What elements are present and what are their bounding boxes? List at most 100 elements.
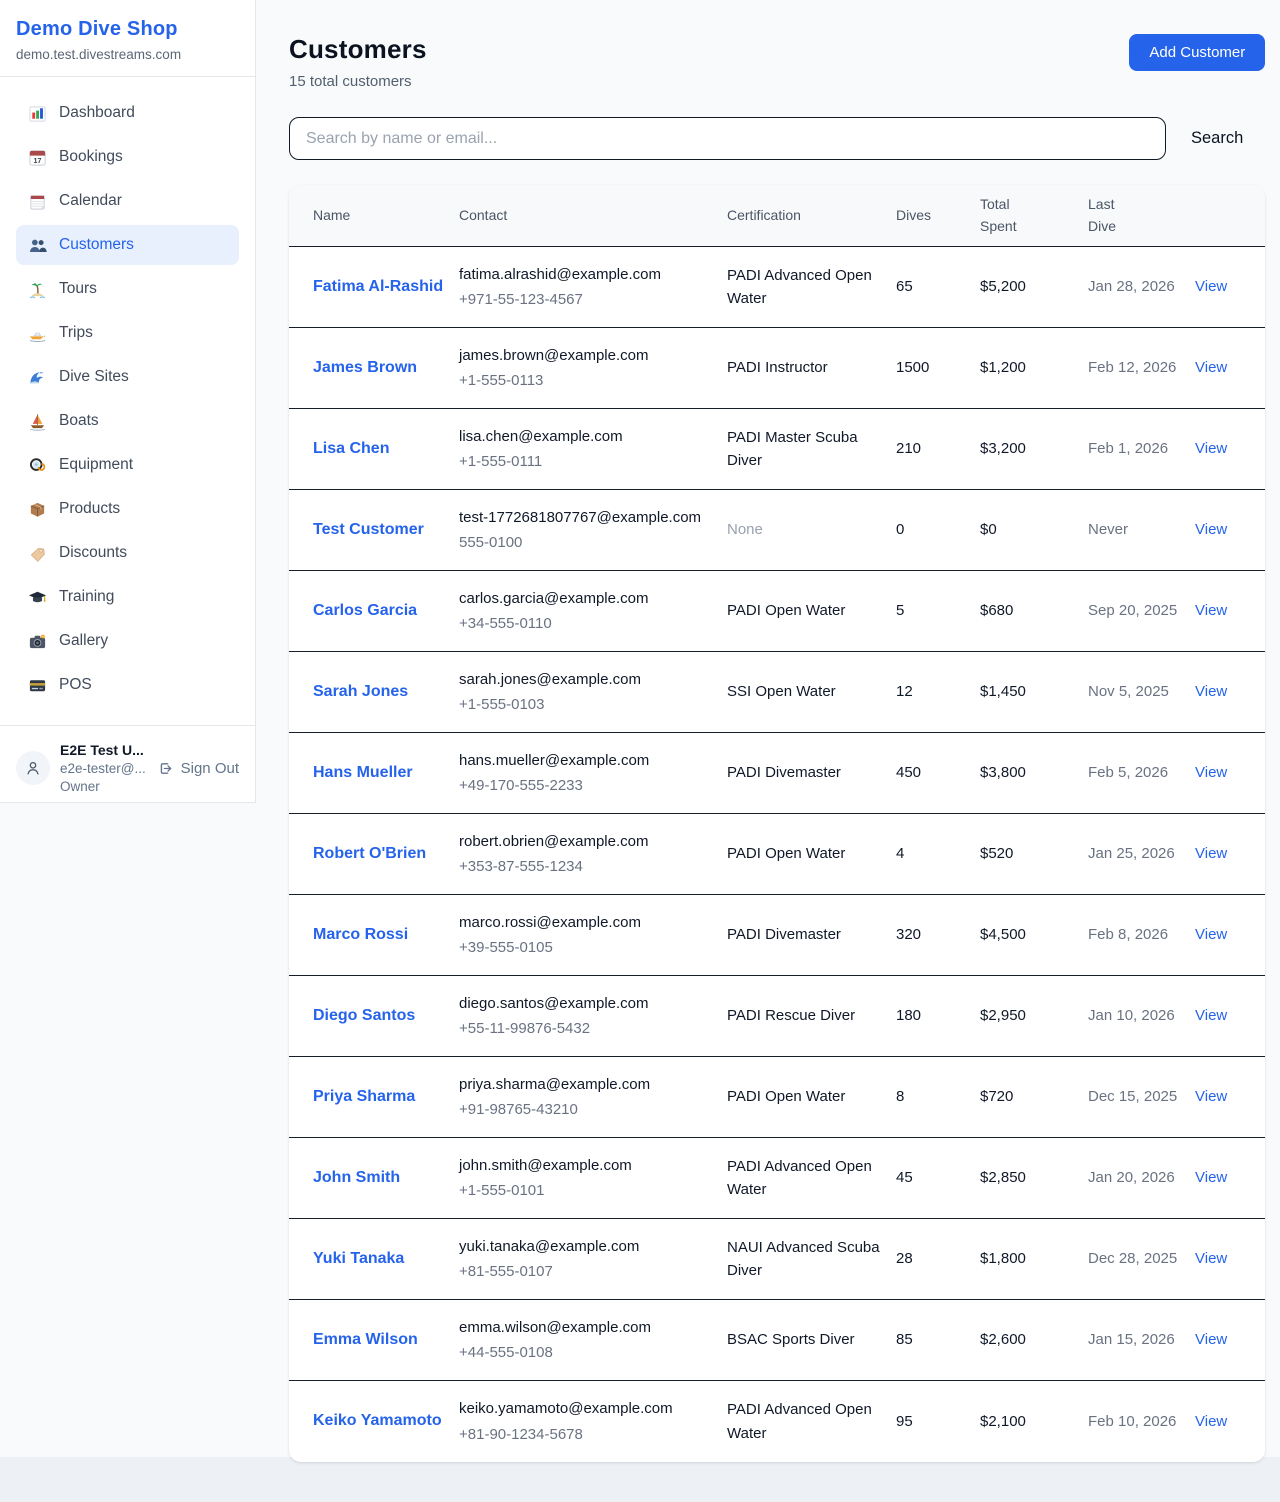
customer-certification: PADI Open Water: [727, 842, 896, 865]
customer-dives: 4: [896, 842, 980, 865]
customer-name-link[interactable]: Fatima Al-Rashid: [313, 278, 443, 295]
sidebar-item-bookings[interactable]: 17 Bookings: [16, 137, 239, 177]
customer-dives: 45: [896, 1166, 980, 1189]
view-customer-link[interactable]: View: [1195, 440, 1227, 457]
view-customer-link[interactable]: View: [1195, 1413, 1227, 1430]
sidebar-item-customers[interactable]: Customers: [16, 225, 239, 265]
sidebar-item-calendar[interactable]: Calendar: [16, 181, 239, 221]
customer-name-link[interactable]: Keiko Yamamoto: [313, 1412, 442, 1429]
customer-certification: SSI Open Water: [727, 680, 896, 703]
customer-total-spent: $720: [980, 1085, 1088, 1108]
customer-name-link[interactable]: Priya Sharma: [313, 1088, 415, 1105]
customer-total-spent: $0: [980, 518, 1088, 541]
customer-dives: 5: [896, 599, 980, 622]
view-customer-link[interactable]: View: [1195, 926, 1227, 943]
sidebar-item-trips[interactable]: Trips: [16, 313, 239, 353]
view-customer-link[interactable]: View: [1195, 1169, 1227, 1186]
search-input[interactable]: [289, 117, 1166, 160]
customer-dives: 95: [896, 1410, 980, 1433]
customer-last-dive: Dec 15, 2025: [1088, 1085, 1195, 1108]
sign-out-icon: [157, 760, 174, 777]
people-icon: [28, 236, 47, 255]
view-customer-link[interactable]: View: [1195, 845, 1227, 862]
sidebar-item-discounts[interactable]: Discounts: [16, 533, 239, 573]
sidebar-item-tours[interactable]: Tours: [16, 269, 239, 309]
customer-name-link[interactable]: Yuki Tanaka: [313, 1250, 404, 1267]
search-row: Search: [289, 117, 1265, 160]
customer-certification: PADI Rescue Diver: [727, 1004, 896, 1027]
view-customer-link[interactable]: View: [1195, 278, 1227, 295]
customer-certification: PADI Divemaster: [727, 923, 896, 946]
customer-phone: +1-555-0111: [459, 450, 713, 473]
view-customer-link[interactable]: View: [1195, 1331, 1227, 1348]
customer-email: john.smith@example.com: [459, 1154, 713, 1177]
sidebar-item-boats[interactable]: Boats: [16, 401, 239, 441]
table-row: Fatima Al-Rashid fatima.alrashid@example…: [289, 247, 1265, 328]
customer-dives: 180: [896, 1004, 980, 1027]
customer-name-link[interactable]: Lisa Chen: [313, 440, 389, 457]
view-customer-link[interactable]: View: [1195, 359, 1227, 376]
customer-contact: carlos.garcia@example.com +34-555-0110: [459, 587, 727, 636]
sign-out-button[interactable]: Sign Out: [157, 760, 239, 777]
view-customer-link[interactable]: View: [1195, 1088, 1227, 1105]
column-header: Last Dive: [1088, 194, 1195, 237]
view-customer-link[interactable]: View: [1195, 764, 1227, 781]
view-customer-link[interactable]: View: [1195, 602, 1227, 619]
camera-icon: [28, 632, 47, 651]
customer-certification: PADI Divemaster: [727, 761, 896, 784]
customer-phone: +39-555-0105: [459, 936, 713, 959]
sidebar-item-dashboard[interactable]: Dashboard: [16, 93, 239, 133]
sidebar-item-dive-sites[interactable]: Dive Sites: [16, 357, 239, 397]
view-customer-link[interactable]: View: [1195, 683, 1227, 700]
shop-domain: demo.test.divestreams.com: [16, 47, 239, 62]
table-row: Yuki Tanaka yuki.tanaka@example.com +81-…: [289, 1219, 1265, 1300]
customer-name-link[interactable]: Hans Mueller: [313, 764, 413, 781]
view-customer-link[interactable]: View: [1195, 1250, 1227, 1267]
credit-card-icon: [28, 676, 47, 695]
customer-name-link[interactable]: James Brown: [313, 359, 417, 376]
customer-email: sarah.jones@example.com: [459, 668, 713, 691]
customer-certification: PADI Open Water: [727, 599, 896, 622]
customer-total-spent: $520: [980, 842, 1088, 865]
customer-total-spent: $3,200: [980, 437, 1088, 460]
customer-name-link[interactable]: Emma Wilson: [313, 1331, 418, 1348]
customer-last-dive: Feb 12, 2026: [1088, 356, 1195, 379]
table-row: Priya Sharma priya.sharma@example.com +9…: [289, 1057, 1265, 1138]
customer-total-spent: $680: [980, 599, 1088, 622]
customer-last-dive: Feb 5, 2026: [1088, 761, 1195, 784]
customer-name-link[interactable]: Diego Santos: [313, 1007, 415, 1024]
customer-name-link[interactable]: Carlos Garcia: [313, 602, 417, 619]
table-row: John Smith john.smith@example.com +1-555…: [289, 1138, 1265, 1219]
customer-last-dive: Never: [1088, 518, 1195, 541]
customer-email: james.brown@example.com: [459, 344, 713, 367]
sidebar-item-products[interactable]: Products: [16, 489, 239, 529]
view-customer-link[interactable]: View: [1195, 1007, 1227, 1024]
customer-name-link[interactable]: Test Customer: [313, 521, 424, 538]
search-button[interactable]: Search: [1191, 129, 1243, 148]
add-customer-button[interactable]: Add Customer: [1129, 34, 1265, 71]
customer-name-link[interactable]: Robert O'Brien: [313, 845, 426, 862]
sidebar-item-gallery[interactable]: Gallery: [16, 621, 239, 661]
customer-dives: 8: [896, 1085, 980, 1108]
customer-total-spent: $1,450: [980, 680, 1088, 703]
customer-name-link[interactable]: Sarah Jones: [313, 683, 408, 700]
customer-email: emma.wilson@example.com: [459, 1316, 713, 1339]
column-header: Certification: [727, 205, 896, 227]
user-name: E2E Test U...: [60, 742, 147, 758]
customer-name-link[interactable]: John Smith: [313, 1169, 400, 1186]
customer-certification: PADI Advanced Open Water: [727, 1155, 896, 1202]
customer-last-dive: Feb 10, 2026: [1088, 1410, 1195, 1433]
customer-phone: +44-555-0108: [459, 1341, 713, 1364]
customer-email: keiko.yamamoto@example.com: [459, 1397, 713, 1420]
sidebar-nav: Dashboard 17 Bookings Calendar Customers…: [0, 77, 255, 725]
spiral-calendar-icon: [28, 192, 47, 211]
sidebar-item-equipment[interactable]: Equipment: [16, 445, 239, 485]
customer-name-link[interactable]: Marco Rossi: [313, 926, 408, 943]
sidebar-item-training[interactable]: Training: [16, 577, 239, 617]
customer-total-spent: $2,950: [980, 1004, 1088, 1027]
sidebar-item-pos[interactable]: POS: [16, 665, 239, 705]
view-customer-link[interactable]: View: [1195, 521, 1227, 538]
customer-contact: james.brown@example.com +1-555-0113: [459, 344, 727, 393]
wave-icon: [28, 368, 47, 387]
customer-email: carlos.garcia@example.com: [459, 587, 713, 610]
